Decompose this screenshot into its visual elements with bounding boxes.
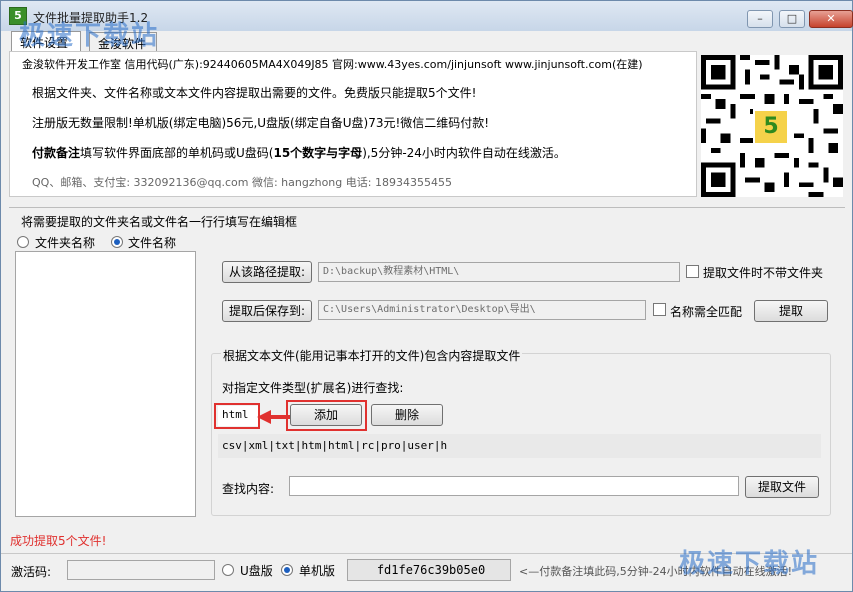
qr-center-logo-icon: 5: [753, 109, 789, 145]
file-name-radio[interactable]: [111, 236, 123, 248]
file-name-radio-label[interactable]: 文件名称: [128, 234, 176, 251]
contact-line: QQ、邮箱、支付宝: 332092136@qq.com 微信: hangzhon…: [32, 176, 452, 189]
names-editor[interactable]: [15, 251, 196, 517]
activation-label: 激活码:: [11, 565, 52, 579]
close-button[interactable]: ✕: [809, 10, 853, 28]
machine-code-field[interactable]: fd1fe76c39b05e0: [347, 559, 511, 581]
minimize-button[interactable]: –: [747, 10, 773, 28]
save-to-button[interactable]: 提取后保存到:: [222, 300, 312, 322]
usb-version-radio[interactable]: [222, 564, 234, 576]
extract-button[interactable]: 提取: [754, 300, 828, 322]
section-divider: [9, 207, 845, 208]
delete-button[interactable]: 删除: [371, 404, 443, 426]
add-button-highlight: [286, 400, 367, 431]
exact-match-checkbox-label[interactable]: 名称需全匹配: [670, 303, 742, 320]
extension-label: 对指定文件类型(扩展名)进行查找:: [222, 381, 404, 395]
intro-line: 根据文件夹、文件名称或文本文件内容提取出需要的文件。免费版只能提取5个文件!: [32, 86, 477, 100]
no-folder-checkbox[interactable]: [686, 265, 699, 278]
extract-file-button[interactable]: 提取文件: [745, 476, 819, 498]
save-to-field[interactable]: C:\Users\Administrator\Desktop\导出\: [318, 300, 646, 320]
usb-version-radio-label[interactable]: U盘版: [240, 562, 273, 579]
extension-input-highlight: [214, 403, 260, 429]
exact-match-checkbox[interactable]: [653, 303, 666, 316]
standalone-version-radio-label[interactable]: 单机版: [299, 562, 335, 579]
content-group-title: 根据文本文件(能用记事本打开的文件)包含内容提取文件: [221, 347, 523, 364]
activation-code-input[interactable]: [67, 560, 215, 580]
extension-list[interactable]: csv|xml|txt|htm|html|rc|pro|user|h: [218, 434, 821, 458]
app-window: 5 文件批量提取助手1.2 – □ ✕ 软件设置 金浚软件 金浚软件开发工作室 …: [0, 0, 853, 592]
watermark-top: 极速下载站: [19, 21, 160, 51]
from-path-button[interactable]: 从该路径提取:: [222, 261, 312, 283]
search-content-input[interactable]: [289, 476, 739, 496]
payment-note-bold2: 15个数字与字母: [273, 146, 363, 160]
folder-name-radio[interactable]: [17, 236, 29, 248]
payment-note-line: 付款备注填写软件界面底部的单机码或U盘码(15个数字与字母),5分钟-24小时内…: [32, 144, 566, 161]
payment-note-bold: 付款备注: [32, 146, 81, 160]
status-message: 成功提取5个文件!: [10, 534, 107, 548]
price-line: 注册版无数量限制!单机版(绑定电脑)56元,U盘版(绑定自备U盘)73元!微信二…: [32, 116, 490, 130]
section-title: 将需要提取的文件夹名或文件名一行行填写在编辑框: [21, 215, 298, 229]
watermark-bottom: 极速下载站: [679, 549, 820, 579]
no-folder-checkbox-label[interactable]: 提取文件时不带文件夹: [703, 264, 823, 281]
qr-code-image: 5: [701, 55, 843, 197]
payment-note-end: ),5分钟-24小时内软件自动在线激活。: [362, 146, 566, 160]
maximize-button[interactable]: □: [779, 10, 805, 28]
folder-name-radio-label[interactable]: 文件夹名称: [35, 234, 95, 251]
payment-note-text: 填写软件界面底部的单机码或U盘码(: [80, 146, 274, 160]
info-panel: 金浚软件开发工作室 信用代码(广东):92440605MA4X049J85 官网…: [9, 51, 697, 197]
standalone-version-radio[interactable]: [281, 564, 293, 576]
search-content-label: 查找内容:: [222, 482, 275, 496]
from-path-field[interactable]: D:\backup\教程素材\HTML\: [318, 262, 680, 282]
company-line: 金浚软件开发工作室 信用代码(广东):92440605MA4X049J85 官网…: [22, 58, 643, 71]
